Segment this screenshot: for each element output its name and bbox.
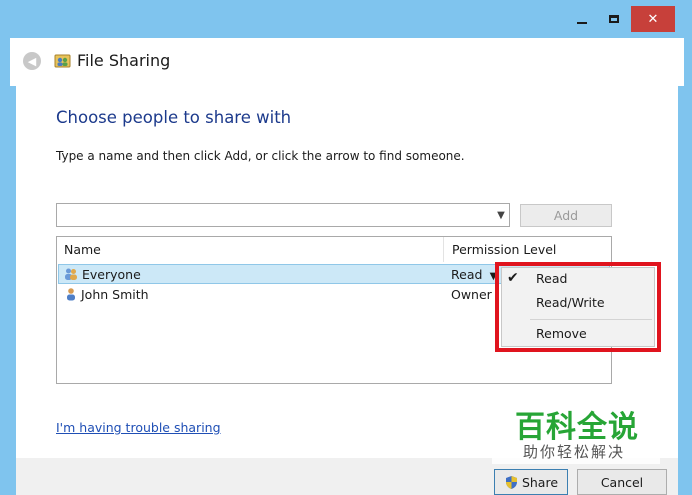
users-icon (65, 268, 77, 280)
watermark-title: 百科全说 (515, 410, 639, 445)
combo-dropdown-icon[interactable]: ▼ (494, 205, 508, 225)
column-header-permission[interactable]: Permission Level (443, 237, 620, 262)
instruction-text: Type a name and then click Add, or click… (56, 149, 465, 163)
back-button[interactable]: ◀ (23, 52, 41, 70)
minimize-button[interactable] (568, 6, 596, 32)
close-icon: ✕ (647, 11, 659, 27)
shield-icon (505, 475, 517, 489)
cancel-button[interactable]: Cancel (577, 469, 667, 495)
highlight-annotation (495, 262, 661, 352)
add-button[interactable]: Add (520, 204, 612, 227)
row-permission: Owner (451, 287, 492, 302)
window-title: File Sharing (77, 51, 171, 70)
row-name: John Smith (81, 287, 149, 302)
trouble-sharing-link[interactable]: I'm having trouble sharing (56, 420, 221, 435)
user-icon (67, 288, 75, 301)
row-permission: Read (451, 267, 483, 282)
maximize-button[interactable] (600, 6, 628, 32)
file-sharing-icon (54, 54, 71, 68)
row-name: Everyone (82, 267, 141, 282)
share-button-label: Share (521, 474, 559, 490)
page-title: Choose people to share with (56, 108, 292, 127)
minimize-icon (577, 22, 587, 24)
share-button[interactable]: Share (494, 469, 568, 495)
close-button[interactable]: ✕ (631, 6, 675, 32)
back-arrow-icon: ◀ (27, 54, 37, 68)
name-input[interactable] (56, 203, 510, 227)
watermark-subtitle: 助你轻松解决 (523, 443, 626, 461)
maximize-icon (609, 15, 619, 23)
column-header-name[interactable]: Name (58, 237, 449, 262)
permission-dropdown[interactable]: Read ▼ (451, 267, 497, 282)
